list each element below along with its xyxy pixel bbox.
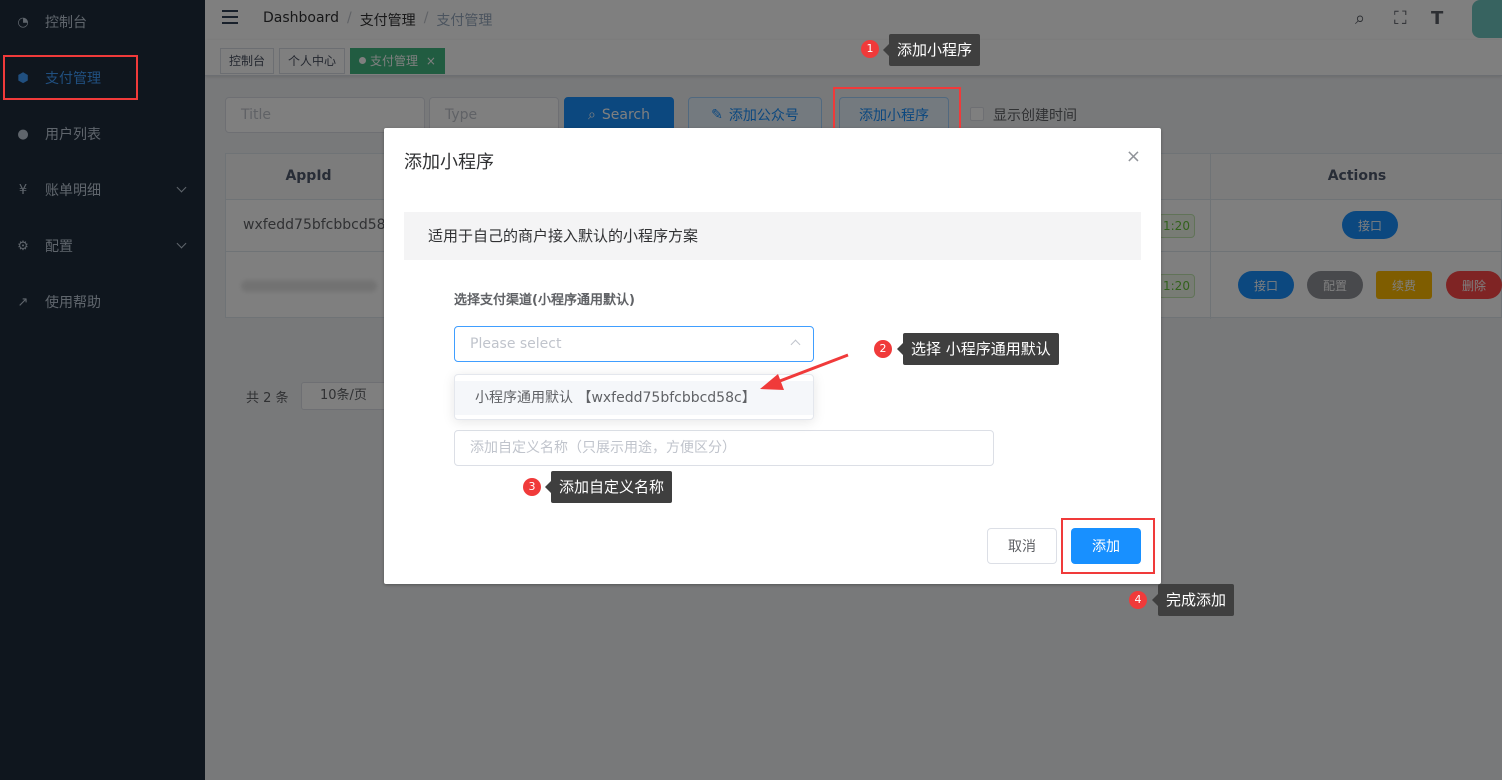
annotation-arrow — [760, 353, 849, 390]
step-badge-2: 2 — [874, 340, 892, 358]
step-callout-2: 选择 小程序通用默认 — [897, 333, 1059, 365]
step-callout-4: 完成添加 — [1151, 584, 1235, 616]
step-callout-1: 添加小程序 — [882, 34, 981, 66]
step-badge-3: 3 — [523, 478, 541, 496]
step-badge-1: 1 — [861, 40, 879, 58]
step-callout-3: 添加自定义名称 — [544, 471, 673, 503]
step-badge-4: 4 — [1129, 591, 1147, 609]
